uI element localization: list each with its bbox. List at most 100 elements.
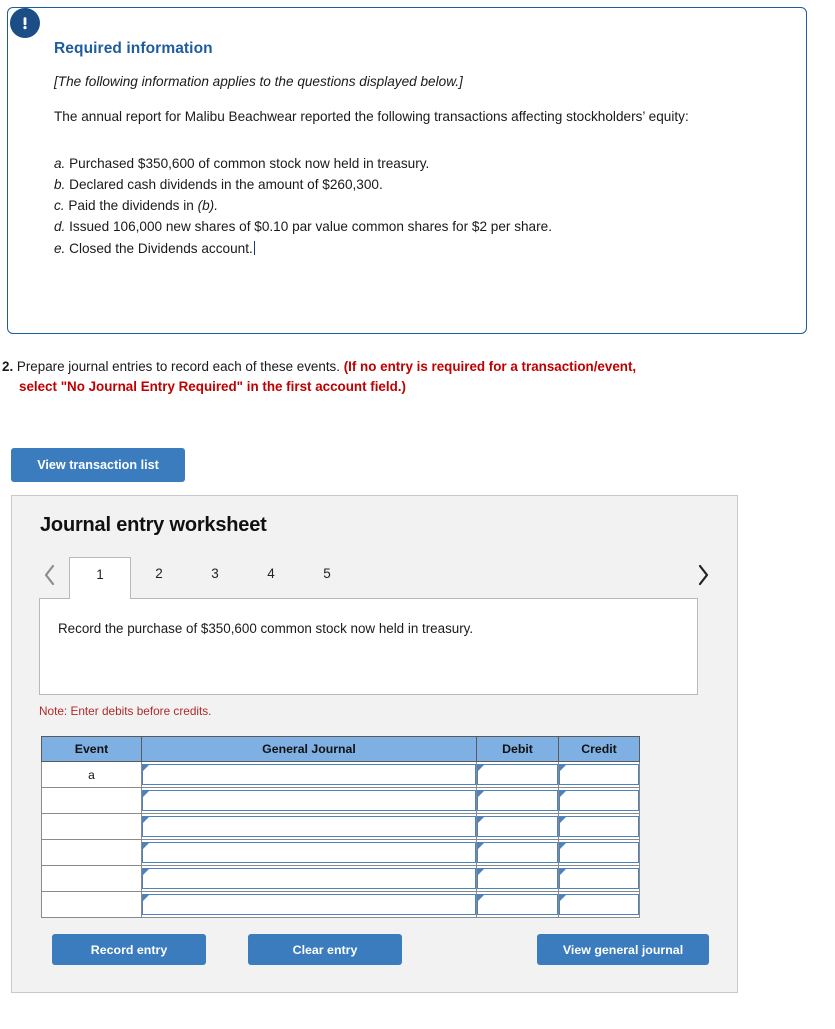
event-cell (41, 891, 142, 918)
required-information-content: Required information [The following info… (54, 40, 782, 259)
worksheet-title: Journal entry worksheet (40, 514, 267, 536)
event-cell (41, 813, 142, 840)
table-row: a (41, 761, 640, 788)
question-block: 2. Prepare journal entries to record eac… (2, 357, 830, 397)
exclamation-circle-icon (10, 8, 40, 38)
debit-input[interactable] (477, 816, 558, 837)
clear-entry-button[interactable]: Clear entry (248, 934, 402, 965)
credit-input[interactable] (559, 894, 639, 915)
header-credit: Credit (558, 736, 640, 762)
credit-cell[interactable] (558, 839, 640, 866)
tab-2[interactable]: 2 (131, 557, 187, 599)
question-number: 2. (2, 359, 14, 374)
debit-input[interactable] (477, 868, 558, 889)
applies-note: [The following information applies to th… (54, 74, 463, 89)
table-row (41, 891, 640, 918)
question-red-line-2: select "No Journal Entry Required" in th… (19, 379, 406, 395)
credit-input[interactable] (559, 868, 639, 889)
view-transaction-list-button[interactable]: View transaction list (11, 448, 185, 482)
transaction-text: Closed the Dividends account. (65, 240, 253, 256)
debit-cell[interactable] (476, 761, 559, 788)
event-cell (41, 865, 142, 892)
transaction-text: Declared cash dividends in the amount of… (65, 176, 383, 192)
transaction-text: Issued 106,000 new shares of $0.10 par v… (65, 219, 552, 235)
header-event: Event (41, 736, 142, 762)
credit-cell[interactable] (558, 787, 640, 814)
question-red-line-1: (If no entry is required for a transacti… (343, 359, 637, 374)
transaction-label: a. (54, 155, 66, 171)
chevron-left-icon[interactable] (39, 560, 61, 590)
table-row (41, 865, 640, 892)
worksheet-tabs: 1 2 3 4 5 (39, 553, 714, 599)
credit-input[interactable] (559, 764, 639, 785)
tab-content-box: Record the purchase of $350,600 common s… (39, 598, 698, 695)
event-cell (41, 787, 142, 814)
record-entry-button[interactable]: Record entry (52, 934, 206, 965)
credit-cell[interactable] (558, 813, 640, 840)
account-select-input[interactable] (142, 764, 476, 785)
debit-cell[interactable] (476, 865, 559, 892)
view-general-journal-button[interactable]: View general journal (537, 934, 709, 965)
event-cell: a (41, 761, 142, 788)
account-select-input[interactable] (142, 790, 476, 811)
credit-input[interactable] (559, 816, 639, 837)
tab-5[interactable]: 5 (299, 557, 355, 599)
debit-input[interactable] (477, 790, 558, 811)
general-journal-cell[interactable] (141, 813, 477, 840)
account-select-input[interactable] (142, 868, 476, 889)
transaction-label: b. (54, 176, 66, 192)
transaction-label: d. (54, 219, 66, 235)
debit-cell[interactable] (476, 839, 559, 866)
list-item: b. Declared cash dividends in the amount… (54, 174, 782, 195)
question-line-1: 2. Prepare journal entries to record eac… (2, 357, 830, 377)
transaction-list: a. Purchased $350,600 of common stock no… (54, 153, 782, 259)
general-journal-cell[interactable] (141, 787, 477, 814)
debit-input[interactable] (477, 842, 558, 863)
transaction-text-italic: (b). (197, 198, 218, 214)
intro-paragraph: The annual report for Malibu Beachwear r… (54, 109, 689, 124)
text-caret (253, 240, 255, 255)
credit-cell[interactable] (558, 865, 640, 892)
debit-input[interactable] (477, 764, 558, 785)
debit-input[interactable] (477, 894, 558, 915)
transaction-label: e. (54, 240, 66, 256)
journal-entry-worksheet-panel: Journal entry worksheet 1 2 3 4 5 Record… (11, 495, 738, 993)
general-journal-cell[interactable] (141, 839, 477, 866)
account-select-input[interactable] (142, 894, 476, 915)
table-row (41, 787, 640, 814)
list-item: c. Paid the dividends in (b). (54, 195, 782, 216)
credit-cell[interactable] (558, 891, 640, 918)
account-select-input[interactable] (142, 842, 476, 863)
tab-1[interactable]: 1 (69, 557, 131, 599)
credit-input[interactable] (559, 842, 639, 863)
general-journal-cell[interactable] (141, 891, 477, 918)
header-debit: Debit (476, 736, 559, 762)
required-information-box: Required information [The following info… (7, 7, 807, 334)
journal-entry-table: Event General Journal Debit Credit a (41, 736, 640, 918)
tab-content-text: Record the purchase of $350,600 common s… (58, 621, 474, 636)
transaction-text: Paid the dividends in (64, 198, 198, 214)
general-journal-cell[interactable] (141, 761, 477, 788)
transaction-label: c. (54, 198, 65, 214)
account-select-input[interactable] (142, 816, 476, 837)
debit-cell[interactable] (476, 891, 559, 918)
list-item: e. Closed the Dividends account. (54, 238, 782, 259)
credit-input[interactable] (559, 790, 639, 811)
table-row (41, 813, 640, 840)
credit-cell[interactable] (558, 761, 640, 788)
transaction-text: Purchased $350,600 of common stock now h… (65, 155, 430, 171)
list-item: a. Purchased $350,600 of common stock no… (54, 153, 782, 174)
general-journal-cell[interactable] (141, 865, 477, 892)
table-row (41, 839, 640, 866)
table-header-row: Event General Journal Debit Credit (41, 736, 640, 762)
list-item: d. Issued 106,000 new shares of $0.10 pa… (54, 216, 782, 237)
debit-cell[interactable] (476, 787, 559, 814)
tab-4[interactable]: 4 (243, 557, 299, 599)
required-information-title: Required information (54, 40, 213, 57)
question-prompt: Prepare journal entries to record each o… (16, 359, 340, 374)
debit-cell[interactable] (476, 813, 559, 840)
chevron-right-icon[interactable] (692, 560, 714, 590)
question-line-2: select "No Journal Entry Required" in th… (2, 377, 830, 397)
debits-before-credits-note: Note: Enter debits before credits. (39, 704, 212, 718)
tab-3[interactable]: 3 (187, 557, 243, 599)
